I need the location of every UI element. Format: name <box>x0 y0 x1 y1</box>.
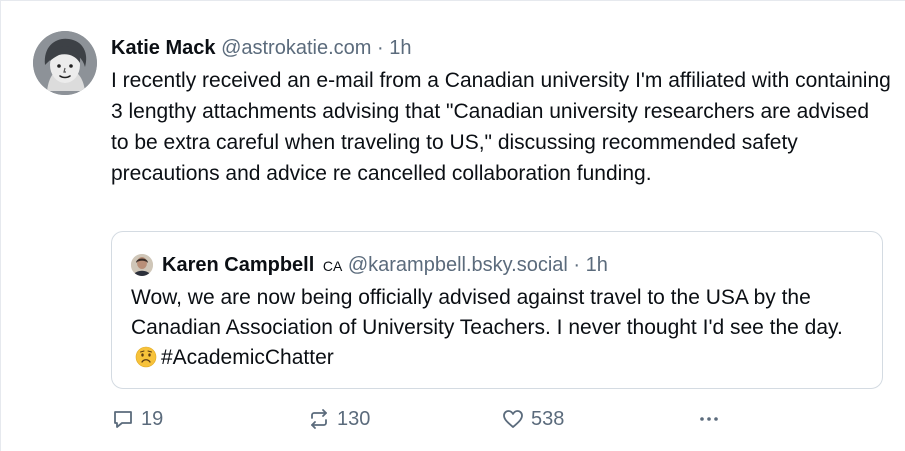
quote-text-main: Wow, we are now being officially advised… <box>131 286 843 339</box>
action-bar: 19 130 538 <box>111 404 811 434</box>
repost-button[interactable]: 130 <box>307 404 370 434</box>
post-header: Katie Mack @astrokatie.com · 1h <box>111 35 411 61</box>
country-badge: CA <box>322 258 343 274</box>
quote-text: Wow, we are now being officially advised… <box>131 283 866 373</box>
like-count: 538 <box>531 407 565 430</box>
quote-time[interactable]: 1h <box>586 254 608 276</box>
author-name[interactable]: Katie Mack <box>111 37 216 59</box>
quote-header: Karen Campbell CA @karampbell.bsky.socia… <box>162 252 608 279</box>
heart-icon <box>503 410 523 428</box>
cartoon-avatar-icon <box>33 31 97 95</box>
quoted-post[interactable]: Karen Campbell CA @karampbell.bsky.socia… <box>111 231 883 389</box>
reply-count: 19 <box>141 407 164 430</box>
author-avatar[interactable] <box>33 31 97 95</box>
post-text: I recently received an e-mail from a Can… <box>111 69 891 185</box>
reply-button[interactable]: 19 <box>111 404 163 434</box>
worried-face-emoji <box>135 346 157 368</box>
profile-photo-icon <box>131 254 153 276</box>
hashtag-link[interactable]: #AcademicChatter <box>161 346 334 369</box>
separator-dot: · <box>376 37 384 59</box>
quote-author-name[interactable]: Karen Campbell <box>162 254 314 276</box>
repost-count: 130 <box>337 407 371 430</box>
repost-icon <box>311 409 327 429</box>
reply-icon <box>114 411 132 428</box>
more-options-button[interactable] <box>697 404 721 434</box>
post-time[interactable]: 1h <box>389 37 411 59</box>
quote-author-handle[interactable]: @karampbell.bsky.social <box>348 254 568 276</box>
quote-author-avatar[interactable] <box>131 254 153 276</box>
more-dots-icon <box>700 417 718 421</box>
post-card[interactable]: Katie Mack @astrokatie.com · 1h I recent… <box>0 0 905 451</box>
like-button[interactable]: 538 <box>501 404 564 434</box>
separator-dot: · <box>573 254 581 276</box>
author-handle[interactable]: @astrokatie.com <box>221 37 371 59</box>
